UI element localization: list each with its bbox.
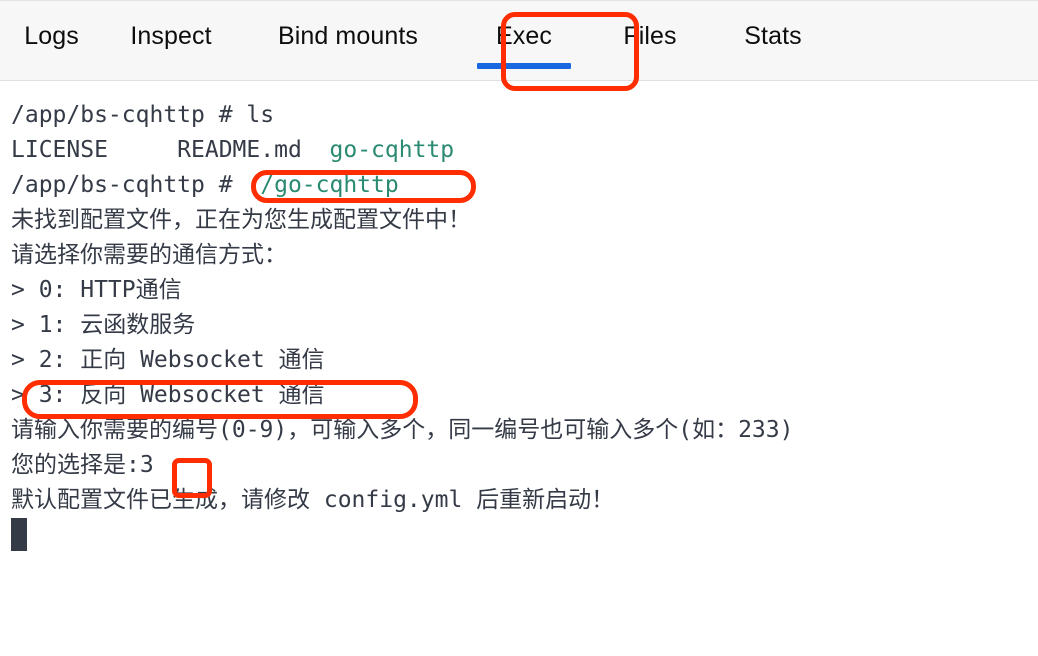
tab-logs-label: Logs	[24, 21, 79, 50]
output-text: 请选择你需要的通信方式：	[11, 242, 287, 268]
input-instruction: 请输入你需要的编号(0-9)，可输入多个，同一编号也可输入多个(如：233)	[11, 417, 794, 443]
command-text: ./go-cqhttp	[246, 172, 399, 198]
tab-list: Logs Inspect Bind mounts Exec Files Stat…	[0, 1, 837, 81]
tab-logs[interactable]: Logs	[0, 1, 103, 81]
exec-terminal[interactable]: /app/bs-cqhttp # ls LICENSE README.md go…	[0, 81, 1038, 656]
ls-output-executable: go-cqhttp	[329, 137, 455, 163]
tab-files-label: Files	[623, 21, 677, 50]
terminal-line: 默认配置文件已生成，请修改 config.yml 后重新启动！	[11, 483, 1038, 518]
active-tab-underline	[477, 63, 571, 69]
terminal-line: > 3: 反向 Websocket 通信	[11, 378, 1038, 413]
terminal-line: LICENSE README.md go-cqhttp	[11, 133, 1038, 168]
shell-prompt: /app/bs-cqhttp #	[11, 102, 247, 128]
terminal-line: > 1: 云函数服务	[11, 308, 1038, 343]
tab-inspect[interactable]: Inspect	[103, 1, 239, 81]
tab-bar: Logs Inspect Bind mounts Exec Files Stat…	[0, 0, 1038, 81]
terminal-line: > 2: 正向 Websocket 通信	[11, 343, 1038, 378]
terminal-line: 未找到配置文件，正在为您生成配置文件中！	[11, 203, 1038, 238]
tab-exec[interactable]: Exec	[457, 1, 591, 81]
terminal-line: /app/bs-cqhttp # ./go-cqhttp	[11, 168, 1038, 203]
option-0: > 0: HTTP通信	[11, 277, 182, 303]
tab-bind-mounts-label: Bind mounts	[277, 21, 419, 50]
terminal-line: 请输入你需要的编号(0-9)，可输入多个，同一编号也可输入多个(如：233)	[11, 413, 1038, 448]
choice-line: 您的选择是:3	[11, 452, 154, 478]
tab-inspect-label: Inspect	[130, 21, 212, 50]
option-3: > 3: 反向 Websocket 通信	[11, 382, 325, 408]
tab-bind-mounts[interactable]: Bind mounts	[239, 1, 457, 81]
tab-stats-label: Stats	[744, 21, 802, 50]
result-message: 默认配置文件已生成，请修改 config.yml 后重新启动！	[11, 487, 615, 513]
shell-prompt: /app/bs-cqhttp #	[11, 172, 247, 198]
terminal-line: /app/bs-cqhttp # ls	[11, 98, 1038, 133]
output-text: 未找到配置文件，正在为您生成配置文件中！	[11, 207, 471, 233]
option-1: > 1: 云函数服务	[11, 312, 196, 338]
ls-output-files: LICENSE README.md	[11, 137, 330, 163]
terminal-line: 请选择你需要的通信方式：	[11, 238, 1038, 273]
tab-stats[interactable]: Stats	[709, 1, 837, 81]
terminal-cursor-line	[11, 518, 1038, 553]
tab-exec-label: Exec	[496, 21, 552, 50]
option-2: > 2: 正向 Websocket 通信	[11, 347, 325, 373]
tab-files[interactable]: Files	[591, 1, 709, 81]
terminal-cursor	[11, 518, 27, 551]
terminal-line: 您的选择是:3	[11, 448, 1038, 483]
terminal-line: > 0: HTTP通信	[11, 273, 1038, 308]
command-text: ls	[246, 102, 275, 128]
